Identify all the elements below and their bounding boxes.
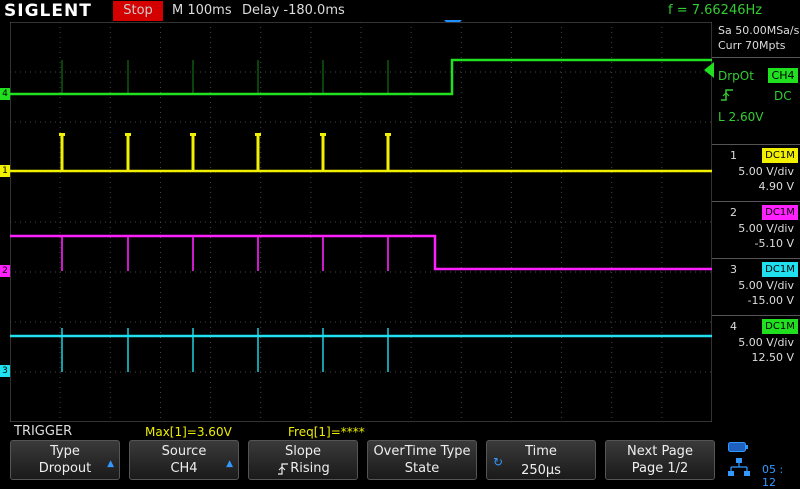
clock: 05 : 12 <box>762 463 784 489</box>
channel-2-number: 2 <box>730 206 737 219</box>
sample-rate: Sa 50.00MSa/s <box>718 24 800 37</box>
run-stop-indicator[interactable]: Stop <box>113 1 163 21</box>
knob-rotate-icon: ↻ <box>493 455 504 469</box>
channel-4-coupling: DC1M <box>762 319 798 334</box>
softkey-source-title: Source <box>161 444 207 459</box>
channel-2-ground-marker[interactable]: 2 <box>0 265 10 277</box>
softkey-slope-value: Rising <box>290 461 330 476</box>
channel-4-number: 4 <box>730 320 737 333</box>
trigger-coupling: DC <box>774 89 792 103</box>
up-arrow-icon: ▲ <box>226 459 233 469</box>
softkey-next-title: Next Page <box>627 444 693 459</box>
channel-1-ground-marker[interactable]: 1 <box>0 165 10 177</box>
waveform-display[interactable] <box>10 22 712 422</box>
rising-edge-icon <box>278 463 288 475</box>
softkey-type-value: Dropout <box>38 461 92 476</box>
channel-4-info[interactable]: 4 DC1M 5.00 V/div 12.50 V <box>712 315 800 370</box>
softkey-slope[interactable]: Slope Rising <box>248 440 358 480</box>
trigger-level: L 2.60V <box>718 110 764 124</box>
rising-edge-icon <box>721 89 733 101</box>
channel-3-info[interactable]: 3 DC1M 5.00 V/div -15.00 V <box>712 258 800 313</box>
softkey-source-value: CH4 <box>170 461 198 476</box>
softkey-next-page[interactable]: Next Page Page 1/2 <box>605 440 715 480</box>
freq-measurement: Freq[1]=**** <box>288 425 365 439</box>
menu-title: TRIGGER <box>14 424 73 439</box>
channel-3-ground-marker[interactable]: 3 <box>0 365 10 377</box>
softkey-time-value: 250µs <box>521 463 561 478</box>
trigger-mode: DrpOt <box>718 69 754 83</box>
channel-1-vdiv: 5.00 V/div <box>738 165 794 178</box>
channel-2-coupling: DC1M <box>762 205 798 220</box>
softkey-overtime-type[interactable]: OverTime Type State <box>367 440 477 480</box>
channel-1-info[interactable]: 1 DC1M 5.00 V/div 4.90 V <box>712 144 800 199</box>
channel-3-vdiv: 5.00 V/div <box>738 279 794 292</box>
channel-4-offset: 12.50 V <box>751 351 794 364</box>
timebase-readout[interactable]: M 100ms <box>172 3 232 18</box>
channel-2-vdiv: 5.00 V/div <box>738 222 794 235</box>
channel-4-ground-marker[interactable]: 4 <box>0 88 10 100</box>
softkey-type[interactable]: Type Dropout ▲ <box>10 440 120 480</box>
delay-readout[interactable]: Delay -180.0ms <box>242 3 345 18</box>
softkey-source[interactable]: Source CH4 ▲ <box>129 440 239 480</box>
channel-3-coupling: DC1M <box>762 262 798 277</box>
trigger-info-panel[interactable]: DrpOt CH4 DC L 2.60V <box>712 57 800 132</box>
softkey-type-title: Type <box>50 444 80 459</box>
channel-3-number: 3 <box>730 263 737 276</box>
channel-2-offset: -5.10 V <box>754 237 794 250</box>
channel-1-number: 1 <box>730 149 737 162</box>
channel-3-offset: -15.00 V <box>747 294 794 307</box>
channel-4-vdiv: 5.00 V/div <box>738 336 794 349</box>
up-arrow-icon: ▲ <box>107 459 114 469</box>
softkey-time[interactable]: Time 250µs ↻ <box>486 440 596 480</box>
channel-1-offset: 4.90 V <box>758 180 794 193</box>
softkey-slope-title: Slope <box>284 444 322 459</box>
brand-logo: SIGLENT <box>4 1 92 21</box>
trigger-source-badge: CH4 <box>768 68 798 83</box>
max-measurement: Max[1]=3.60V <box>145 425 232 439</box>
frequency-counter: f = 7.66246Hz <box>668 3 763 18</box>
channel-1-coupling: DC1M <box>762 148 798 163</box>
memory-depth: Curr 70Mpts <box>718 39 786 52</box>
battery-icon <box>728 442 748 452</box>
channel-2-info[interactable]: 2 DC1M 5.00 V/div -5.10 V <box>712 201 800 256</box>
softkey-next-value: Page 1/2 <box>631 461 689 476</box>
softkey-time-title: Time <box>525 444 557 459</box>
softkey-overtime-value: State <box>404 461 440 476</box>
softkey-overtime-title: OverTime Type <box>373 444 471 459</box>
network-icon <box>728 458 750 476</box>
